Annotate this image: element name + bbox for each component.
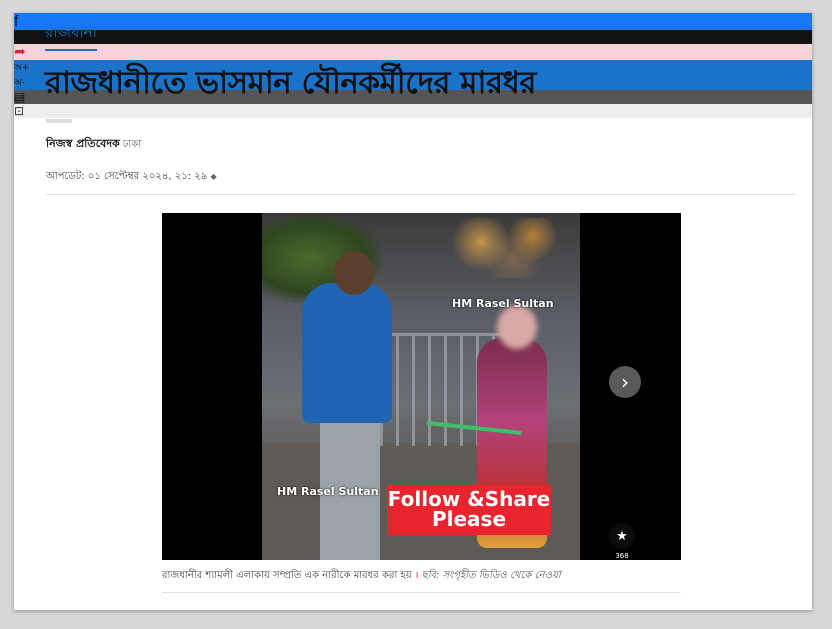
next-slide-button[interactable]: › bbox=[609, 366, 641, 398]
byline-rule bbox=[46, 119, 72, 123]
like-count: 368 bbox=[615, 552, 629, 560]
updated-timestamp: আপডেট: ০১ সেপ্টেম্বর ২০২৪, ২১: ২৯ ◆ bbox=[46, 169, 217, 186]
image-caption: রাজধানীর শ্যামলী এলাকায় সম্প্রতি এক নার… bbox=[162, 567, 561, 585]
overlay-line-2: Please bbox=[431, 507, 507, 531]
article-page: রাজধানী রাজধানীতে ভাসমান যৌনকর্মীদের মার… bbox=[14, 13, 812, 610]
watermark-top: HM Rasel Sultan bbox=[452, 297, 554, 310]
byline: নিজস্ব প্রতিবেদক ঢাকা bbox=[46, 135, 141, 154]
watermark-bottom: HM Rasel Sultan bbox=[277, 485, 379, 498]
caption-text: রাজধানীর শ্যামলী এলাকায় সম্প্রতি এক নার… bbox=[162, 570, 412, 581]
section-link[interactable]: রাজধানী bbox=[45, 21, 98, 51]
like-icon[interactable]: ★ bbox=[609, 523, 635, 549]
caption-separator: । bbox=[414, 570, 419, 581]
headline: রাজধানীতে ভাসমান যৌনকর্মীদের মারধর bbox=[45, 65, 536, 101]
location: ঢাকা bbox=[122, 139, 142, 150]
video-frame: HM Rasel Sultan HM Rasel Sultan Follow &… bbox=[262, 213, 635, 560]
video-player[interactable]: HM Rasel Sultan HM Rasel Sultan Follow &… bbox=[162, 213, 681, 560]
chevron-updown-icon[interactable]: ◆ bbox=[210, 172, 216, 181]
follow-share-overlay: Follow &Share Please bbox=[387, 485, 551, 535]
overlay-line-1: Follow &Share bbox=[387, 487, 551, 511]
facebook-icon[interactable]: f bbox=[14, 13, 812, 30]
photo-credit: ছবি: সংগৃহীত ভিডিও থেকে নেওয়া bbox=[421, 570, 561, 581]
updated-text: আপডেট: ০১ সেপ্টেম্বর ২০২৪, ২১: ২৯ bbox=[46, 171, 208, 182]
header-divider bbox=[46, 194, 796, 195]
chevron-right-icon: › bbox=[621, 370, 629, 394]
author-name[interactable]: নিজস্ব প্রতিবেদক bbox=[46, 137, 120, 150]
x-icon[interactable]: X bbox=[14, 30, 812, 44]
share-icon[interactable]: ➦ bbox=[14, 44, 812, 60]
caption-divider bbox=[162, 592, 681, 593]
